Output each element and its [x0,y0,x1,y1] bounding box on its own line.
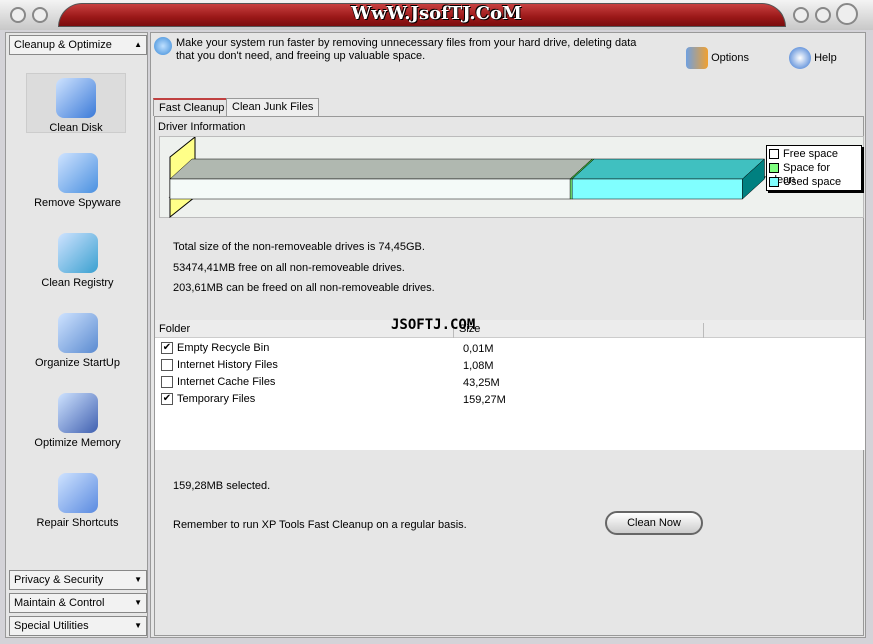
tab-clean-junk-files[interactable]: Clean Junk Files [226,98,320,116]
category-label: Special Utilities [14,620,89,632]
help-icon [789,47,811,69]
legend-label: Free space [783,148,839,160]
folder-name: Empty Recycle Bin [177,342,270,354]
checkbox[interactable] [161,359,173,372]
freeable-text: 203,61MB can be freed on all non-removea… [173,282,435,294]
free-space-text: 53474,41MB free on all non-removeable dr… [173,262,405,274]
checkbox[interactable]: ✔ [161,342,173,355]
folder-size: 0,01M [463,343,494,355]
chevron-down-icon: ▼ [134,621,142,630]
list-item[interactable]: ✔ Temporary Files 159,27M [161,393,761,410]
legend-entry: Used space [769,176,859,190]
sidebar-item-label: Organize StartUp [35,357,120,369]
folder-size: 1,08M [463,360,494,372]
sidebar-item-label: Clean Registry [41,277,114,289]
folder-name: Internet History Files [177,359,278,371]
folder-name: Temporary Files [177,393,256,405]
startup-icon [57,313,98,353]
shortcuts-icon [57,473,98,513]
category-maintain-control[interactable]: Maintain & Control ▼ [9,593,147,613]
list-item[interactable]: Internet Cache Files 43,25M [161,376,761,393]
legend-entry: Space for clean [769,162,859,186]
minimize-button[interactable] [793,7,809,23]
tab-panel: Driver Information Free space Space for c… [154,116,865,636]
bar-top [571,158,766,180]
list-header: Folder Size JSOFTJ.COM [155,317,865,338]
legend-swatch [769,177,779,188]
sidebar-item-label: Clean Disk [49,122,103,134]
help-label: Help [814,51,837,64]
group-title: Driver Information [158,121,246,133]
sidebar-item-organize-startup[interactable]: Organize StartUp [6,313,149,369]
chevron-down-icon: ▼ [134,575,142,584]
legend-entry: Free space [769,148,859,162]
category-label: Cleanup & Optimize [14,39,112,51]
options-button[interactable]: Options [686,47,749,71]
legend-swatch [769,163,779,174]
maximize-button[interactable] [815,7,831,23]
main-panel: Make your system run faster by removing … [150,32,866,638]
drive-chart: Free space Space for clean Used space [159,135,864,219]
chevron-down-icon: ▼ [134,598,142,607]
folder-name: Internet Cache Files [177,376,276,388]
title-bar: WwW.JsofTJ.CoM [0,0,873,30]
clean-now-button[interactable]: Clean Now [605,511,703,535]
legend-swatch [769,149,779,160]
list-item[interactable]: Internet History Files 1,08M [161,359,761,376]
bar-top [169,158,593,180]
category-label: Maintain & Control [14,597,105,609]
tab-fast-cleanup[interactable]: Fast Cleanup [153,98,231,116]
sidebar-item-remove-spyware[interactable]: Remove Spyware [6,153,149,209]
folder-size: 159,27M [463,394,506,406]
description: Make your system run faster by removing … [176,37,637,62]
checkbox[interactable]: ✔ [161,393,173,406]
sidebar-item-label: Remove Spyware [34,197,121,209]
registry-icon [57,233,98,273]
sidebar: Cleanup & Optimize ▲ Clean Disk Remove Spy… [5,32,148,638]
bar-segment [571,178,743,200]
chart-legend: Free space Space for clean Used space [766,145,862,191]
sidebar-item-repair-shortcuts[interactable]: Repair Shortcuts [6,473,149,529]
file-list: ✔ Empty Recycle Bin 0,01M Internet History … [155,338,865,450]
list-item[interactable]: ✔ Empty Recycle Bin 0,01M [161,342,761,359]
options-icon [686,47,708,69]
app-title: WwW.JsofTJ.CoM [351,3,522,24]
watermark: JSOFTJ.COM [391,317,476,333]
checkbox[interactable] [161,376,173,389]
memory-icon [57,393,98,433]
reminder-text: Remember to run XP Tools Fast Cleanup on… [173,519,467,531]
sidebar-item-label: Optimize Memory [34,437,121,449]
bar-segment [569,178,573,200]
sidebar-item-clean-registry[interactable]: Clean Registry [6,233,149,289]
total-size-text: Total size of the non-removeable drives … [173,241,425,253]
column-size[interactable]: Size [459,323,704,338]
category-special-utilities[interactable]: Special Utilities ▼ [9,616,147,636]
legend-label: Used space [783,176,842,188]
selected-size: 159,28MB selected. [173,480,271,492]
info-icon [154,37,172,55]
help-button[interactable]: Help [789,47,837,71]
options-label: Options [711,51,749,64]
chart-svg [168,135,767,219]
sidebar-item-clean-disk[interactable]: Clean Disk [26,73,126,134]
category-privacy-security[interactable]: Privacy & Security ▼ [9,570,147,590]
sidebar-item-label: Repair Shortcuts [36,517,119,529]
category-cleanup-optimize[interactable]: Cleanup & Optimize ▲ [9,35,147,55]
clean-disk-icon [56,78,96,118]
category-label: Privacy & Security [14,574,104,586]
close-button[interactable] [836,3,858,25]
bar-segment [169,178,571,200]
spyware-icon [57,153,98,193]
folder-size: 43,25M [463,377,500,389]
chevron-up-icon: ▲ [134,40,142,49]
sidebar-item-optimize-memory[interactable]: Optimize Memory [6,393,149,449]
